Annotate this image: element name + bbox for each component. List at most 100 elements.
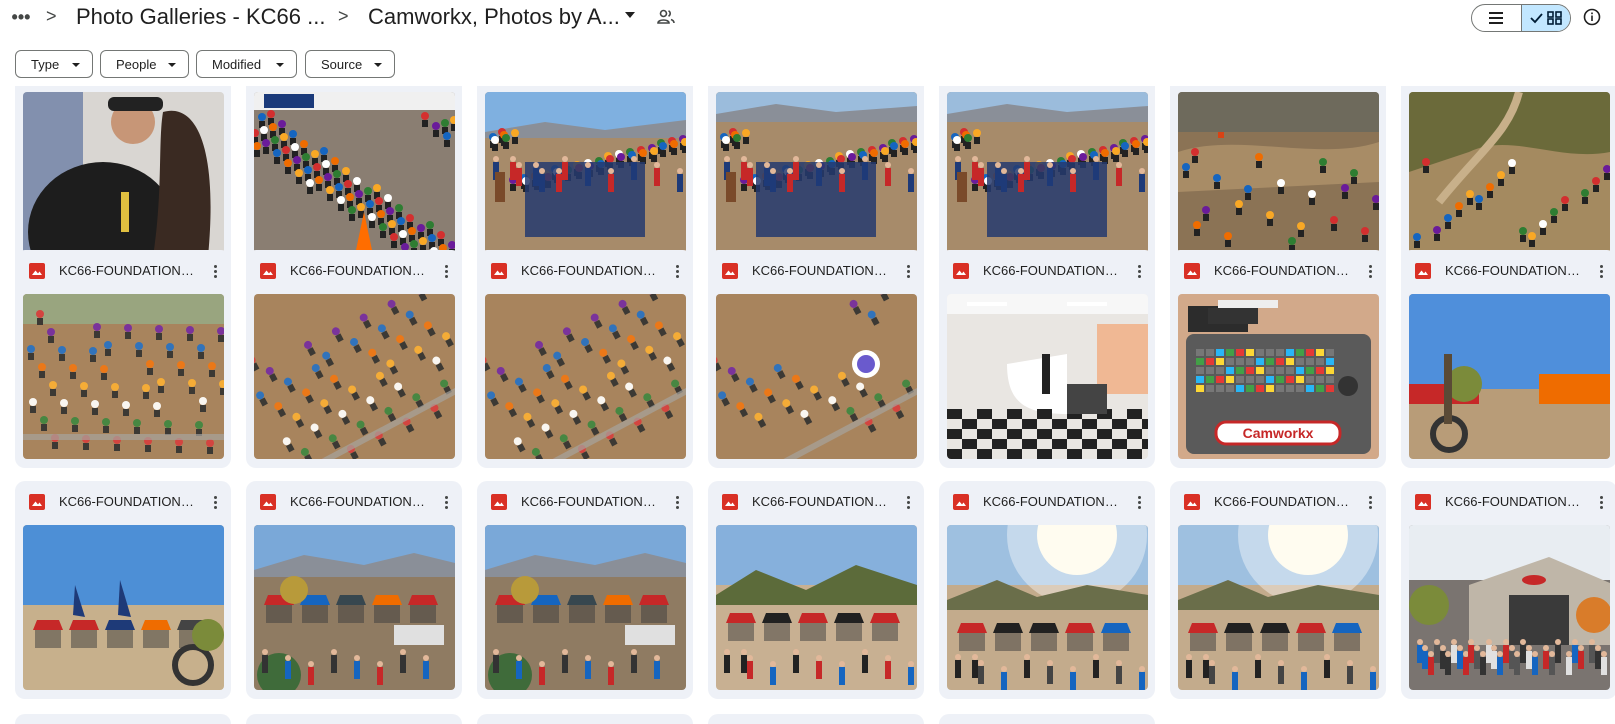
more-vert-icon[interactable] bbox=[900, 492, 916, 512]
more-vert-icon[interactable] bbox=[1131, 492, 1147, 512]
more-vert-icon[interactable] bbox=[900, 261, 916, 281]
file-card[interactable] bbox=[15, 714, 231, 724]
file-card[interactable] bbox=[246, 86, 462, 277]
file-name[interactable]: KC66-FOUNDATION-... bbox=[1445, 263, 1580, 278]
file-card[interactable] bbox=[477, 714, 693, 724]
photo-thumbnail[interactable] bbox=[485, 92, 686, 257]
more-vert-icon[interactable] bbox=[1593, 492, 1609, 512]
photo-thumbnail[interactable] bbox=[1409, 525, 1610, 690]
photo-thumbnail[interactable] bbox=[947, 525, 1148, 690]
file-card[interactable] bbox=[1401, 86, 1615, 277]
photo-thumbnail[interactable] bbox=[716, 92, 917, 257]
list-view-button[interactable] bbox=[1472, 5, 1522, 31]
photo-thumbnail[interactable] bbox=[716, 525, 917, 690]
more-vert-icon[interactable] bbox=[1593, 261, 1609, 281]
photo-thumbnail[interactable] bbox=[716, 294, 917, 459]
filter-people-chip[interactable]: People bbox=[100, 50, 189, 78]
file-card[interactable] bbox=[1170, 86, 1386, 277]
more-vert-icon[interactable] bbox=[207, 261, 223, 281]
file-card[interactable]: KC66-FOUNDATION-... bbox=[939, 481, 1155, 699]
file-card[interactable] bbox=[15, 86, 231, 277]
file-name[interactable]: KC66-FOUNDATION-... bbox=[1214, 263, 1349, 278]
filter-source-label: Source bbox=[321, 56, 363, 72]
file-card[interactable] bbox=[939, 714, 1155, 724]
folder-menu-icon[interactable] bbox=[625, 12, 635, 18]
more-vert-icon[interactable] bbox=[1362, 261, 1378, 281]
file-card-header: KC66-FOUNDATION-... bbox=[477, 250, 693, 294]
image-file-icon bbox=[29, 494, 45, 510]
header-bar: ••• > Photo Galleries - KC66 ... > Camwo… bbox=[0, 0, 1615, 38]
file-card[interactable] bbox=[246, 714, 462, 724]
file-card[interactable]: KC66-FOUNDATION-... Camworkx bbox=[1170, 250, 1386, 468]
file-card[interactable]: KC66-FOUNDATION-... bbox=[477, 481, 693, 699]
breadcrumb-current-folder[interactable]: Camworkx, Photos by A... bbox=[368, 4, 620, 30]
file-card[interactable]: KC66-FOUNDATION-... bbox=[246, 481, 462, 699]
grid-view-button[interactable] bbox=[1521, 5, 1570, 31]
more-vert-icon[interactable] bbox=[438, 261, 454, 281]
file-card[interactable]: KC66-FOUNDATION-... bbox=[15, 250, 231, 468]
file-card[interactable]: KC66-FOUNDATION-... bbox=[939, 250, 1155, 468]
image-file-icon bbox=[260, 263, 276, 279]
image-file-icon bbox=[953, 494, 969, 510]
file-card[interactable]: KC66-FOUNDATION-... bbox=[708, 250, 924, 468]
file-card[interactable] bbox=[708, 714, 924, 724]
chevron-down-icon bbox=[168, 63, 176, 67]
image-file-icon bbox=[1415, 494, 1431, 510]
photo-thumbnail[interactable] bbox=[947, 294, 1148, 459]
file-card[interactable]: KC66-FOUNDATION-... bbox=[246, 250, 462, 468]
file-card[interactable] bbox=[477, 86, 693, 277]
more-vert-icon[interactable] bbox=[669, 492, 685, 512]
filter-type-chip[interactable]: Type bbox=[15, 50, 93, 78]
photo-thumbnail[interactable] bbox=[1178, 525, 1379, 690]
file-card[interactable]: KC66-FOUNDATION-... bbox=[1401, 481, 1615, 699]
file-card-header: KC66-FOUNDATION-... bbox=[708, 481, 924, 525]
file-card[interactable]: KC66-FOUNDATION-... bbox=[477, 250, 693, 468]
breadcrumb-parent[interactable]: Photo Galleries - KC66 ... bbox=[76, 4, 325, 30]
photo-thumbnail[interactable] bbox=[947, 92, 1148, 257]
image-file-icon bbox=[29, 263, 45, 279]
list-icon bbox=[1489, 12, 1504, 24]
file-name[interactable]: KC66-FOUNDATION-... bbox=[521, 494, 656, 509]
photo-thumbnail[interactable] bbox=[485, 294, 686, 459]
file-name[interactable]: KC66-FOUNDATION-... bbox=[983, 263, 1118, 278]
filter-source-chip[interactable]: Source bbox=[305, 50, 395, 78]
photo-thumbnail[interactable] bbox=[485, 525, 686, 690]
file-card[interactable]: KC66-FOUNDATION-... bbox=[15, 481, 231, 699]
file-card[interactable]: KC66-FOUNDATION-... bbox=[708, 481, 924, 699]
photo-thumbnail[interactable] bbox=[254, 294, 455, 459]
photo-thumbnail[interactable] bbox=[1409, 92, 1610, 257]
file-name[interactable]: KC66-FOUNDATION-... bbox=[290, 263, 425, 278]
more-vert-icon[interactable] bbox=[207, 492, 223, 512]
file-name[interactable]: KC66-FOUNDATION-... bbox=[752, 494, 887, 509]
photo-thumbnail[interactable] bbox=[23, 525, 224, 690]
photo-thumbnail[interactable] bbox=[23, 294, 224, 459]
file-card[interactable]: KC66-FOUNDATION-... bbox=[1401, 250, 1615, 468]
file-name[interactable]: KC66-FOUNDATION-... bbox=[1214, 494, 1349, 509]
more-vert-icon[interactable] bbox=[669, 261, 685, 281]
file-name[interactable]: KC66-FOUNDATION-... bbox=[521, 263, 656, 278]
photo-thumbnail[interactable] bbox=[1409, 294, 1610, 459]
photo-thumbnail[interactable]: Camworkx bbox=[1178, 294, 1379, 459]
file-card[interactable] bbox=[708, 86, 924, 277]
photo-thumbnail[interactable] bbox=[23, 92, 224, 257]
file-card-header: KC66-FOUNDATION-... bbox=[15, 481, 231, 525]
file-name[interactable]: KC66-FOUNDATION-... bbox=[59, 494, 194, 509]
photo-thumbnail[interactable] bbox=[254, 92, 455, 257]
file-card-header: KC66-FOUNDATION-... bbox=[477, 481, 693, 525]
file-name[interactable]: KC66-FOUNDATION-... bbox=[752, 263, 887, 278]
file-name[interactable]: KC66-FOUNDATION-... bbox=[983, 494, 1118, 509]
info-icon[interactable] bbox=[1583, 8, 1601, 26]
photo-thumbnail[interactable] bbox=[254, 525, 455, 690]
file-name[interactable]: KC66-FOUNDATION-... bbox=[290, 494, 425, 509]
file-name[interactable]: KC66-FOUNDATION-... bbox=[59, 263, 194, 278]
more-vert-icon[interactable] bbox=[438, 492, 454, 512]
shared-people-icon[interactable] bbox=[657, 9, 675, 25]
photo-thumbnail[interactable] bbox=[1178, 92, 1379, 257]
file-card[interactable] bbox=[939, 86, 1155, 277]
filter-modified-chip[interactable]: Modified bbox=[196, 50, 297, 78]
more-icon[interactable]: ••• bbox=[8, 4, 34, 30]
more-vert-icon[interactable] bbox=[1362, 492, 1378, 512]
file-card[interactable]: KC66-FOUNDATION-... bbox=[1170, 481, 1386, 699]
file-name[interactable]: KC66-FOUNDATION-... bbox=[1445, 494, 1580, 509]
more-vert-icon[interactable] bbox=[1131, 261, 1147, 281]
